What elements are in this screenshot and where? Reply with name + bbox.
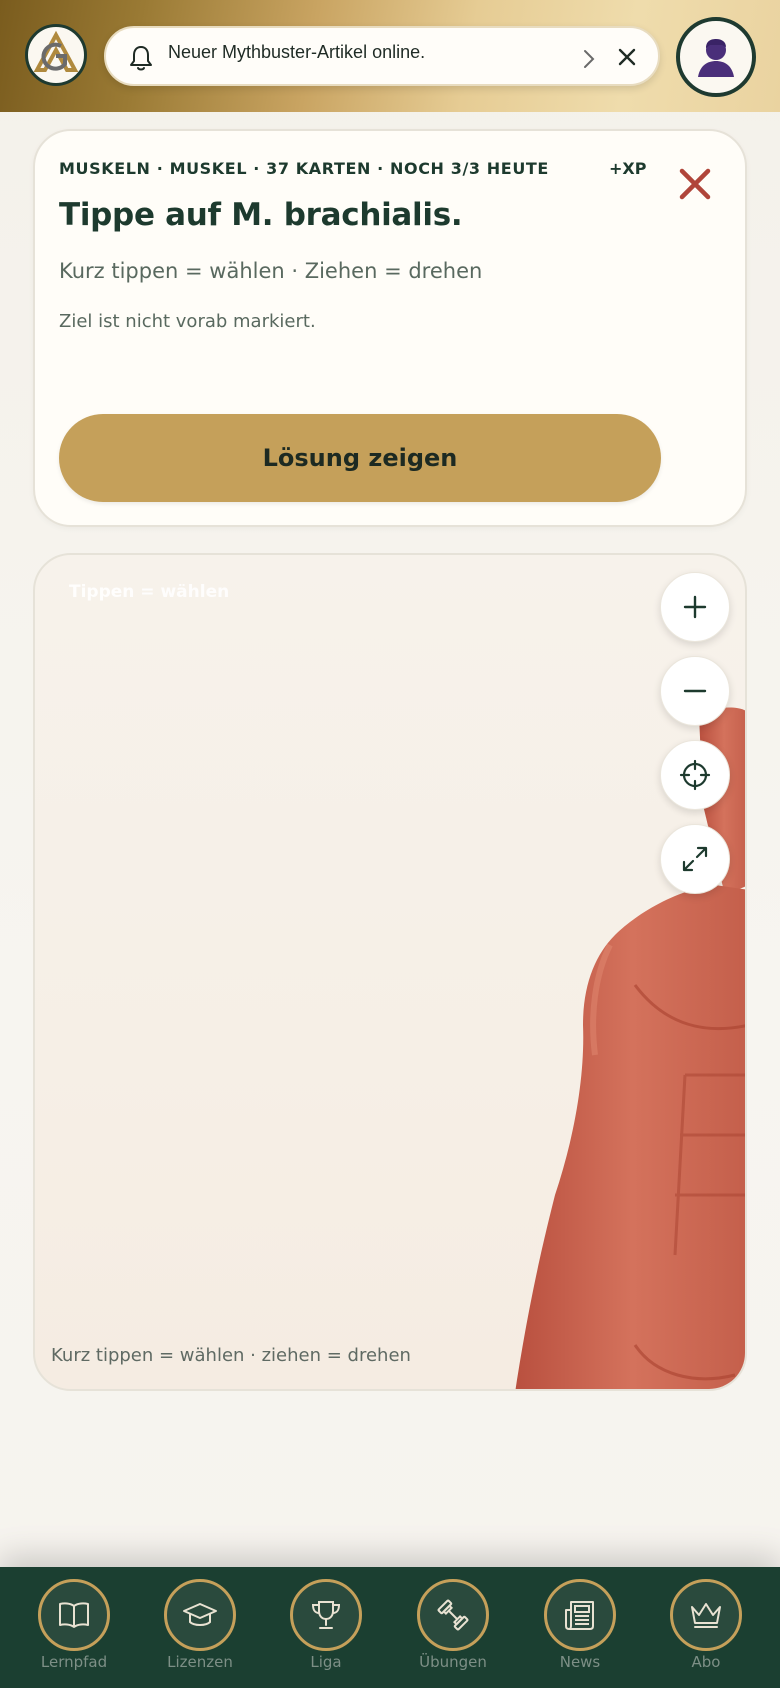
app-logo[interactable]	[25, 24, 87, 86]
nav-label: Lizenzen	[167, 1653, 233, 1671]
profile-avatar[interactable]	[676, 17, 756, 97]
graduation-cap-icon	[183, 1603, 217, 1626]
nav-icon-ring	[544, 1579, 616, 1651]
fullscreen-button[interactable]	[660, 824, 730, 894]
recenter-button[interactable]	[660, 740, 730, 810]
zoom-in-icon	[683, 595, 707, 619]
show-solution-button[interactable]: Lösung zeigen	[59, 414, 661, 502]
fullscreen-icon	[682, 846, 708, 872]
nav-label: Abo	[691, 1653, 721, 1671]
nav-item-lernpfad[interactable]: Lernpfad	[19, 1579, 129, 1683]
nav-label: Übungen	[419, 1653, 487, 1671]
nav-icon-ring	[164, 1579, 236, 1651]
hint-text: Ziel ist nicht vorab markiert.	[59, 311, 316, 332]
instruction-text: Kurz tippen = wählen · Ziehen = drehen	[59, 259, 483, 283]
anatomy-3d-viewer[interactable]: Tippen = wählen Kurz tippen = wählen · z…	[33, 553, 747, 1391]
ga-logo-icon	[33, 30, 79, 72]
newspaper-icon	[565, 1601, 594, 1630]
nav-icon-ring	[290, 1579, 362, 1651]
user-silhouette-icon	[698, 39, 734, 77]
nav-item-liga[interactable]: Liga	[271, 1579, 381, 1683]
nav-label: Lernpfad	[40, 1653, 108, 1671]
chevron-right-icon[interactable]	[582, 48, 596, 70]
viewer-overlay-label: Tippen = wählen	[69, 582, 230, 602]
quiz-meta: MUSKELN · MUSKEL · 37 KARTEN · NOCH 3/3 …	[59, 159, 549, 178]
nav-item-uebungen[interactable]: Übungen	[398, 1579, 508, 1683]
recenter-icon	[679, 759, 711, 791]
viewer-footer-hint: Kurz tippen = wählen · ziehen = drehen	[51, 1345, 411, 1366]
nav-icon-ring	[417, 1579, 489, 1651]
notification-text: Neuer Mythbuster-Artikel online.	[168, 42, 426, 62]
book-icon	[59, 1602, 89, 1628]
nav-icon-ring	[38, 1579, 110, 1651]
notification-banner[interactable]: Neuer Mythbuster-Artikel online.	[104, 26, 660, 86]
nav-label: News	[559, 1653, 601, 1671]
zoom-in-button[interactable]	[660, 572, 730, 642]
bell-icon	[130, 46, 152, 71]
app-header: Neuer Mythbuster-Artikel online.	[0, 0, 780, 112]
quiz-card: MUSKELN · MUSKEL · 37 KARTEN · NOCH 3/3 …	[33, 129, 747, 527]
crown-icon	[691, 1603, 721, 1628]
nav-item-lizenzen[interactable]: Lizenzen	[145, 1579, 255, 1683]
muscle-model[interactable]	[35, 555, 747, 1391]
zoom-out-icon	[683, 689, 707, 693]
zoom-out-button[interactable]	[660, 656, 730, 726]
trophy-icon	[311, 1601, 341, 1629]
nav-item-abo[interactable]: Abo	[651, 1579, 761, 1683]
close-notification-icon[interactable]	[616, 46, 638, 68]
question-text: Tippe auf M. brachialis.	[59, 197, 463, 233]
nav-item-news[interactable]: News	[525, 1579, 635, 1683]
nav-icon-ring	[670, 1579, 742, 1651]
xp-badge: +XP	[609, 159, 647, 178]
bottom-navigation: Lernpfad Lizenzen Liga Übungen News Abo	[0, 1567, 780, 1688]
nav-label: Liga	[310, 1653, 342, 1671]
dumbbell-icon	[437, 1599, 469, 1631]
close-icon[interactable]	[677, 166, 713, 202]
